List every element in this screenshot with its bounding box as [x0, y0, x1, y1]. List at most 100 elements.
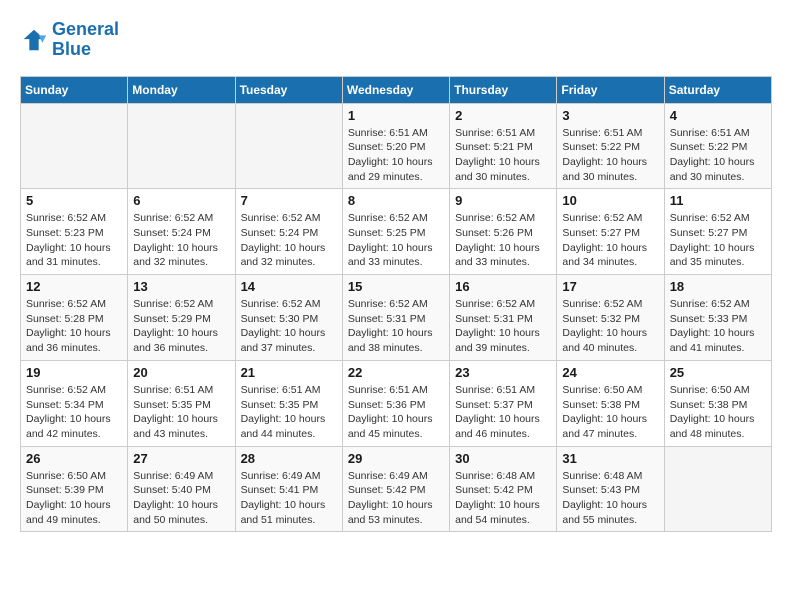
day-number: 9 — [455, 193, 551, 208]
day-info: Sunrise: 6:52 AM Sunset: 5:24 PM Dayligh… — [241, 211, 337, 270]
day-info: Sunrise: 6:51 AM Sunset: 5:36 PM Dayligh… — [348, 383, 444, 442]
calendar-week-row: 12 Sunrise: 6:52 AM Sunset: 5:28 PM Dayli… — [21, 275, 772, 361]
day-info: Sunrise: 6:49 AM Sunset: 5:40 PM Dayligh… — [133, 469, 229, 528]
day-info: Sunrise: 6:52 AM Sunset: 5:25 PM Dayligh… — [348, 211, 444, 270]
day-number: 12 — [26, 279, 122, 294]
day-info: Sunrise: 6:52 AM Sunset: 5:23 PM Dayligh… — [26, 211, 122, 270]
calendar-cell — [21, 103, 128, 189]
day-number: 29 — [348, 451, 444, 466]
day-number: 31 — [562, 451, 658, 466]
calendar-cell: 20Sunrise: 6:51 AM Sunset: 5:35 PM Dayli… — [128, 360, 235, 446]
day-number: 22 — [348, 365, 444, 380]
calendar-cell: 21Sunrise: 6:51 AM Sunset: 5:35 PM Dayli… — [235, 360, 342, 446]
day-info: Sunrise: 6:50 AM Sunset: 5:39 PM Dayligh… — [26, 469, 122, 528]
day-number: 11 — [670, 193, 766, 208]
day-number: 13 — [133, 279, 229, 294]
weekday-header-thursday: Thursday — [450, 76, 557, 103]
day-info: Sunrise: 6:52 AM Sunset: 5:31 PM Dayligh… — [455, 297, 551, 356]
calendar-cell: 14Sunrise: 6:52 AM Sunset: 5:30 PM Dayli… — [235, 275, 342, 361]
day-number: 5 — [26, 193, 122, 208]
calendar-cell: 24 Sunrise: 6:50 AM Sunset: 5:38 PM Dayli… — [557, 360, 664, 446]
day-info: Sunrise: 6:51 AM Sunset: 5:20 PM Dayligh… — [348, 126, 444, 185]
calendar-cell: 27 Sunrise: 6:49 AM Sunset: 5:40 PM Dayli… — [128, 446, 235, 532]
day-number: 26 — [26, 451, 122, 466]
day-number: 21 — [241, 365, 337, 380]
day-info: Sunrise: 6:48 AM Sunset: 5:42 PM Dayligh… — [455, 469, 551, 528]
day-number: 3 — [562, 108, 658, 123]
calendar-cell: 19Sunrise: 6:52 AM Sunset: 5:34 PM Dayli… — [21, 360, 128, 446]
day-info: Sunrise: 6:52 AM Sunset: 5:26 PM Dayligh… — [455, 211, 551, 270]
calendar-cell: 15 Sunrise: 6:52 AM Sunset: 5:31 PM Dayli… — [342, 275, 449, 361]
logo-icon — [20, 26, 48, 54]
day-number: 18 — [670, 279, 766, 294]
day-number: 1 — [348, 108, 444, 123]
weekday-header-wednesday: Wednesday — [342, 76, 449, 103]
calendar-cell: 22 Sunrise: 6:51 AM Sunset: 5:36 PM Dayli… — [342, 360, 449, 446]
day-info: Sunrise: 6:51 AM Sunset: 5:22 PM Dayligh… — [562, 126, 658, 185]
day-number: 6 — [133, 193, 229, 208]
calendar-cell: 2 Sunrise: 6:51 AM Sunset: 5:21 PM Daylig… — [450, 103, 557, 189]
day-number: 7 — [241, 193, 337, 208]
day-info: Sunrise: 6:52 AM Sunset: 5:30 PM Dayligh… — [241, 297, 337, 356]
calendar-cell: 9 Sunrise: 6:52 AM Sunset: 5:26 PM Daylig… — [450, 189, 557, 275]
day-number: 2 — [455, 108, 551, 123]
day-info: Sunrise: 6:52 AM Sunset: 5:28 PM Dayligh… — [26, 297, 122, 356]
calendar-cell: 6 Sunrise: 6:52 AM Sunset: 5:24 PM Daylig… — [128, 189, 235, 275]
day-number: 23 — [455, 365, 551, 380]
calendar-cell: 13 Sunrise: 6:52 AM Sunset: 5:29 PM Dayli… — [128, 275, 235, 361]
calendar-header-row: SundayMondayTuesdayWednesdayThursdayFrid… — [21, 76, 772, 103]
calendar-table: SundayMondayTuesdayWednesdayThursdayFrid… — [20, 76, 772, 533]
day-info: Sunrise: 6:51 AM Sunset: 5:22 PM Dayligh… — [670, 126, 766, 185]
logo-text: General Blue — [52, 20, 119, 60]
day-info: Sunrise: 6:50 AM Sunset: 5:38 PM Dayligh… — [670, 383, 766, 442]
calendar-cell: 29 Sunrise: 6:49 AM Sunset: 5:42 PM Dayli… — [342, 446, 449, 532]
calendar-week-row: 19Sunrise: 6:52 AM Sunset: 5:34 PM Dayli… — [21, 360, 772, 446]
calendar-cell: 25 Sunrise: 6:50 AM Sunset: 5:38 PM Dayli… — [664, 360, 771, 446]
day-info: Sunrise: 6:51 AM Sunset: 5:35 PM Dayligh… — [133, 383, 229, 442]
calendar-cell: 7 Sunrise: 6:52 AM Sunset: 5:24 PM Daylig… — [235, 189, 342, 275]
calendar-week-row: 5 Sunrise: 6:52 AM Sunset: 5:23 PM Daylig… — [21, 189, 772, 275]
day-number: 10 — [562, 193, 658, 208]
calendar-cell: 11 Sunrise: 6:52 AM Sunset: 5:27 PM Dayli… — [664, 189, 771, 275]
calendar-cell: 17 Sunrise: 6:52 AM Sunset: 5:32 PM Dayli… — [557, 275, 664, 361]
day-info: Sunrise: 6:52 AM Sunset: 5:27 PM Dayligh… — [562, 211, 658, 270]
day-info: Sunrise: 6:49 AM Sunset: 5:41 PM Dayligh… — [241, 469, 337, 528]
calendar-cell — [664, 446, 771, 532]
day-number: 15 — [348, 279, 444, 294]
calendar-cell: 31 Sunrise: 6:48 AM Sunset: 5:43 PM Dayli… — [557, 446, 664, 532]
day-info: Sunrise: 6:52 AM Sunset: 5:29 PM Dayligh… — [133, 297, 229, 356]
day-number: 27 — [133, 451, 229, 466]
calendar-cell: 28 Sunrise: 6:49 AM Sunset: 5:41 PM Dayli… — [235, 446, 342, 532]
calendar-cell: 30 Sunrise: 6:48 AM Sunset: 5:42 PM Dayli… — [450, 446, 557, 532]
day-info: Sunrise: 6:49 AM Sunset: 5:42 PM Dayligh… — [348, 469, 444, 528]
calendar-cell: 12 Sunrise: 6:52 AM Sunset: 5:28 PM Dayli… — [21, 275, 128, 361]
calendar-cell: 5 Sunrise: 6:52 AM Sunset: 5:23 PM Daylig… — [21, 189, 128, 275]
weekday-header-friday: Friday — [557, 76, 664, 103]
weekday-header-sunday: Sunday — [21, 76, 128, 103]
day-number: 25 — [670, 365, 766, 380]
day-info: Sunrise: 6:51 AM Sunset: 5:37 PM Dayligh… — [455, 383, 551, 442]
day-number: 28 — [241, 451, 337, 466]
day-info: Sunrise: 6:52 AM Sunset: 5:31 PM Dayligh… — [348, 297, 444, 356]
day-number: 19 — [26, 365, 122, 380]
day-number: 8 — [348, 193, 444, 208]
weekday-header-saturday: Saturday — [664, 76, 771, 103]
calendar-cell: 10 Sunrise: 6:52 AM Sunset: 5:27 PM Dayli… — [557, 189, 664, 275]
calendar-cell — [128, 103, 235, 189]
day-info: Sunrise: 6:48 AM Sunset: 5:43 PM Dayligh… — [562, 469, 658, 528]
calendar-cell: 3 Sunrise: 6:51 AM Sunset: 5:22 PM Daylig… — [557, 103, 664, 189]
calendar-week-row: 1 Sunrise: 6:51 AM Sunset: 5:20 PM Daylig… — [21, 103, 772, 189]
weekday-header-tuesday: Tuesday — [235, 76, 342, 103]
weekday-header-monday: Monday — [128, 76, 235, 103]
calendar-cell: 18Sunrise: 6:52 AM Sunset: 5:33 PM Dayli… — [664, 275, 771, 361]
day-info: Sunrise: 6:52 AM Sunset: 5:27 PM Dayligh… — [670, 211, 766, 270]
day-info: Sunrise: 6:52 AM Sunset: 5:32 PM Dayligh… — [562, 297, 658, 356]
day-number: 17 — [562, 279, 658, 294]
day-number: 24 — [562, 365, 658, 380]
logo: General Blue — [20, 20, 119, 60]
day-info: Sunrise: 6:51 AM Sunset: 5:21 PM Dayligh… — [455, 126, 551, 185]
page-header: General Blue — [20, 20, 772, 60]
day-info: Sunrise: 6:50 AM Sunset: 5:38 PM Dayligh… — [562, 383, 658, 442]
day-info: Sunrise: 6:52 AM Sunset: 5:24 PM Dayligh… — [133, 211, 229, 270]
day-number: 30 — [455, 451, 551, 466]
